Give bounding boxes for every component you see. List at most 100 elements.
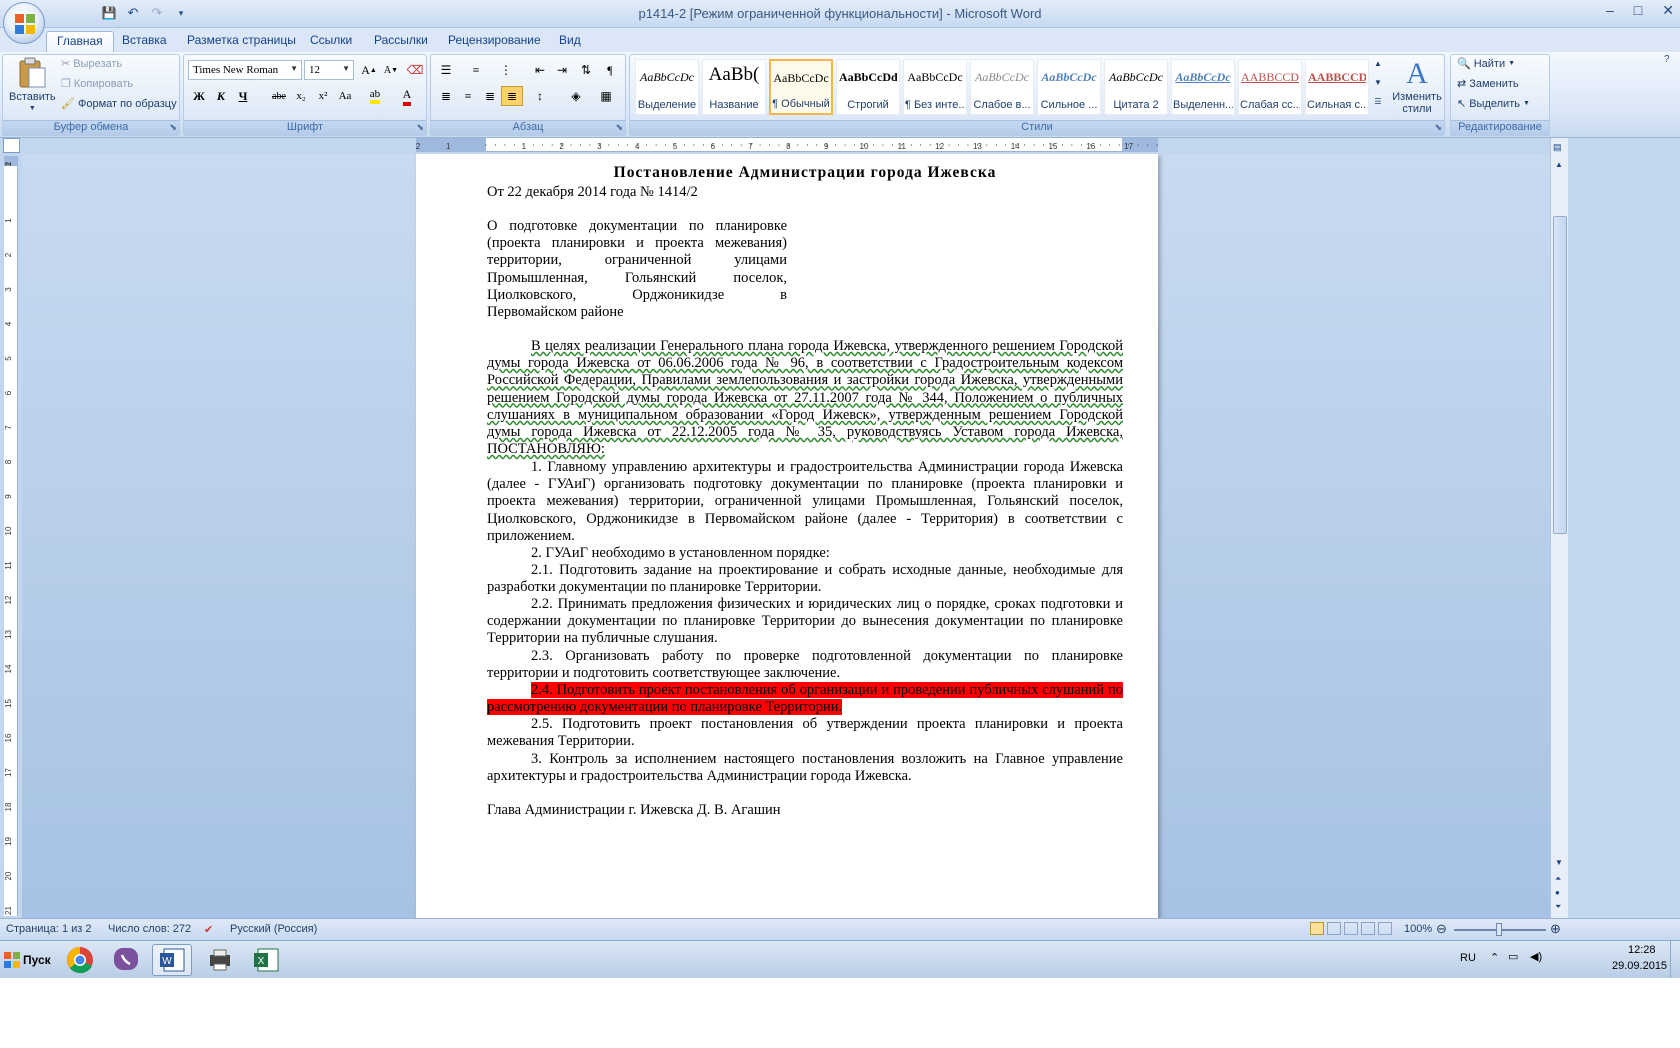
browse-object-icon[interactable]: ● — [1555, 888, 1560, 897]
style-intense-quote[interactable]: AaBbCcDc Выделенн... — [1171, 59, 1235, 115]
tab-home[interactable]: Главная — [46, 31, 114, 52]
document-area[interactable]: Постановление Администрации города Ижевс… — [22, 154, 1550, 918]
sort-icon[interactable]: ⇅ — [575, 60, 597, 80]
tab-view[interactable]: Вид — [549, 31, 591, 52]
full-screen-icon[interactable] — [1327, 922, 1341, 935]
office-button[interactable] — [3, 2, 45, 44]
chrome-app[interactable] — [60, 944, 100, 976]
font-color-icon[interactable]: A — [396, 86, 418, 106]
style-title[interactable]: AaBb(Название — [702, 59, 766, 115]
highlight-color-icon[interactable]: ab — [364, 86, 386, 106]
multilevel-list-icon[interactable]: ⋮ — [495, 60, 517, 80]
proofing-icon[interactable]: ✔ — [204, 923, 213, 936]
numbering-icon[interactable]: ≡ — [465, 60, 487, 80]
paragraph-launcher-icon[interactable]: ⬊ — [615, 122, 623, 133]
tab-insert[interactable]: Вставка — [112, 31, 177, 52]
printer-app[interactable] — [200, 944, 240, 976]
print-layout-icon[interactable] — [1310, 922, 1324, 935]
next-page-icon[interactable]: ⏷ — [1555, 902, 1561, 912]
decrease-indent-icon[interactable]: ⇤ — [529, 60, 551, 80]
shrink-font-button[interactable]: A ▼ — [380, 60, 402, 80]
font-size-combo[interactable]: 12 ▼ — [304, 60, 354, 80]
help-icon[interactable]: ? — [1664, 54, 1678, 68]
line-spacing-icon[interactable]: ↕ — [529, 86, 551, 106]
style-intense-emphasis[interactable]: AaBbCcDc Сильное ... — [1037, 59, 1101, 115]
zoom-slider-thumb[interactable] — [1496, 923, 1502, 936]
font-launcher-icon[interactable]: ⬊ — [416, 122, 424, 133]
style-normal[interactable]: AaBbCcDc ¶ Обычный — [769, 59, 833, 115]
tab-references[interactable]: Ссылки — [300, 31, 362, 52]
network-icon[interactable]: ▭ — [1508, 950, 1518, 963]
copy-button[interactable]: ❐ Копировать — [61, 77, 133, 91]
styles-scroll[interactable]: ▲ ▼ ☰ — [1374, 59, 1382, 106]
clear-format-icon[interactable]: ⌫ — [404, 60, 426, 80]
align-center-icon[interactable]: ≡ — [457, 86, 479, 106]
clock-time[interactable]: 12:28 — [1628, 944, 1656, 956]
scroll-down-icon[interactable]: ▼ — [1555, 858, 1563, 867]
show-desktop-button[interactable] — [1670, 941, 1680, 979]
close-button[interactable]: ✕ — [1662, 2, 1674, 19]
bold-button[interactable]: Ж — [188, 86, 210, 106]
style-strong[interactable]: AaBbCcDd Строгий — [836, 59, 900, 115]
align-right-icon[interactable]: ≣ — [479, 86, 501, 106]
zoom-level[interactable]: 100% — [1404, 923, 1432, 935]
bullets-icon[interactable]: ☰ — [435, 60, 457, 80]
page-count[interactable]: Страница: 1 из 2 — [6, 923, 92, 935]
justify-icon[interactable]: ≣ — [501, 86, 523, 106]
style-intense-reference[interactable]: AABBCCD Сильная с... — [1305, 59, 1369, 115]
show-hidden-icons-icon[interactable]: ⌃ — [1490, 951, 1499, 964]
maximize-button[interactable]: □ — [1634, 2, 1642, 19]
grow-font-button[interactable]: A ▲ — [358, 60, 380, 80]
tab-page-layout[interactable]: Разметка страницы — [177, 31, 306, 52]
clipboard-launcher-icon[interactable]: ⬊ — [169, 122, 177, 133]
language-status[interactable]: Русский (Россия) — [230, 923, 317, 935]
italic-button[interactable]: К — [210, 86, 232, 106]
web-layout-icon[interactable] — [1344, 922, 1358, 935]
scroll-thumb[interactable] — [1553, 216, 1567, 534]
underline-button[interactable]: Ч — [232, 86, 254, 106]
cut-button[interactable]: ✂ Вырезать — [61, 57, 122, 71]
style-subtle-emphasis[interactable]: AaBbCcDc Слабое в... — [970, 59, 1034, 115]
scroll-up-icon[interactable]: ▲ — [1555, 160, 1563, 169]
borders-icon[interactable]: ▦ — [595, 86, 617, 106]
zoom-out-icon[interactable]: ⊖ — [1436, 921, 1447, 937]
start-button[interactable]: Пуск — [0, 943, 52, 977]
tab-review[interactable]: Рецензирование — [438, 31, 551, 52]
format-painter-button[interactable]: 🖌 Формат по образцу — [61, 97, 177, 111]
previous-page-icon[interactable]: ⏶ — [1555, 874, 1561, 884]
subscript-button[interactable]: x₂ — [290, 86, 312, 106]
volume-icon[interactable]: ◀) — [1530, 950, 1542, 963]
style-no-spacing[interactable]: AaBbCcDc ¶ Без инте... — [903, 59, 967, 115]
tab-mailings[interactable]: Рассылки — [364, 31, 438, 52]
outline-icon[interactable] — [1361, 922, 1375, 935]
word-count[interactable]: Число слов: 272 — [108, 923, 191, 935]
find-button[interactable]: 🔍 Найти ▼ — [1457, 57, 1515, 71]
vertical-ruler[interactable]: 211234567891011121314151617181920212223 — [4, 156, 18, 916]
clock-date[interactable]: 29.09.2015 — [1612, 960, 1667, 972]
minimize-button[interactable]: – — [1606, 2, 1614, 19]
document-page[interactable]: Постановление Администрации города Ижевс… — [416, 154, 1158, 918]
replace-button[interactable]: ⇄ Заменить — [1457, 77, 1519, 91]
show-marks-icon[interactable]: ¶ — [599, 60, 621, 80]
viber-app[interactable] — [106, 944, 146, 976]
change-case-button[interactable]: Aa — [334, 86, 356, 106]
horizontal-ruler[interactable]: 2 1 1 2 3 4 5 6 7 8 9 10 11 12 13 14 15 16 17 — [416, 138, 1158, 152]
shading-icon[interactable]: ◈ — [565, 86, 587, 106]
word-app[interactable]: W — [152, 944, 192, 976]
superscript-button[interactable]: x² — [312, 86, 334, 106]
align-left-icon[interactable]: ≣ — [435, 86, 457, 106]
excel-app[interactable]: X — [246, 944, 286, 976]
tab-selector[interactable] — [3, 138, 20, 153]
increase-indent-icon[interactable]: ⇥ — [551, 60, 573, 80]
style-quote-2[interactable]: AaBbCcDc Цитата 2 — [1104, 59, 1168, 115]
language-indicator[interactable]: RU — [1460, 952, 1476, 964]
paste-button[interactable]: Вставить ▼ — [9, 57, 56, 112]
style-subtle-reference[interactable]: AABBCCDI Слабая сс... — [1238, 59, 1302, 115]
ruler-toggle-icon[interactable]: ▤ — [1553, 142, 1562, 153]
styles-launcher-icon[interactable]: ⬊ — [1434, 122, 1442, 133]
font-name-combo[interactable]: Times New Roman ▼ — [188, 60, 302, 80]
change-styles-button[interactable]: A Изменить стили — [1390, 57, 1444, 115]
zoom-in-icon[interactable]: ⊕ — [1550, 921, 1561, 937]
strikethrough-button[interactable]: abe — [268, 86, 290, 106]
vertical-scrollbar[interactable]: ▤ ▲ ▼ ⏶ ● ⏷ — [1550, 138, 1568, 918]
